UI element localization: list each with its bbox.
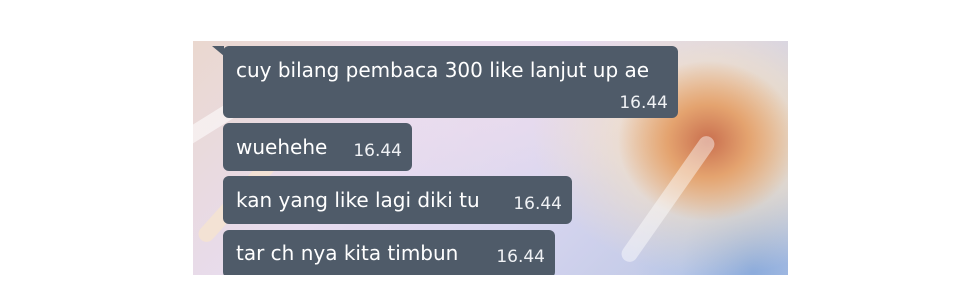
message-bubble[interactable]: cuy bilang pembaca 300 like lanjut up ae…: [223, 46, 678, 118]
message-text: cuy bilang pembaca 300 like lanjut up ae: [236, 58, 650, 82]
message-timestamp: 16.44: [513, 194, 562, 214]
message-timestamp: 16.44: [496, 247, 545, 267]
message-bubble[interactable]: kan yang like lagi diki tu 16.44: [223, 176, 572, 224]
message-bubble[interactable]: wuehehe 16.44: [223, 123, 412, 171]
cropped-heading-fragment: [215, 0, 755, 6]
message-text: tar ch nya kita timbun: [236, 241, 459, 265]
message-timestamp: 16.44: [619, 93, 668, 113]
message-text: kan yang like lagi diki tu: [236, 188, 480, 212]
wallpaper-stroke: [618, 132, 718, 266]
message-bubble[interactable]: tar ch nya kita timbun 16.44: [223, 230, 555, 275]
message-timestamp: 16.44: [353, 141, 402, 161]
chat-panel: cuy bilang pembaca 300 like lanjut up ae…: [193, 41, 788, 275]
message-text: wuehehe: [236, 135, 328, 159]
